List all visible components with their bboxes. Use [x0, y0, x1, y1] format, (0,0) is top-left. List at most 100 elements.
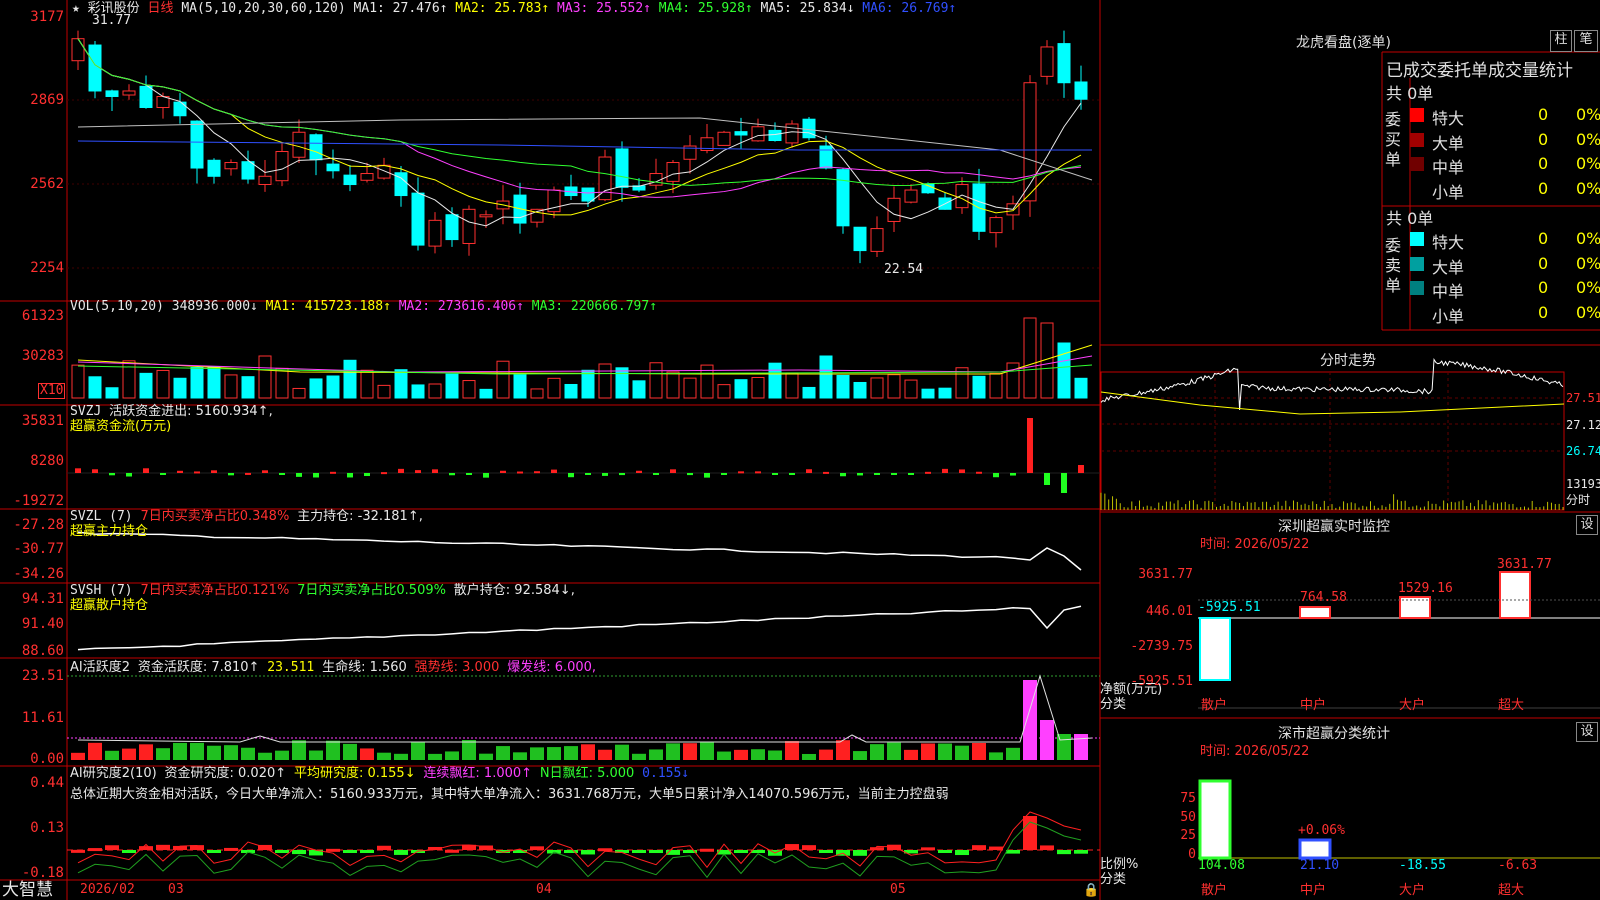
activity-bar	[258, 752, 272, 760]
period-label[interactable]: 日线	[148, 1, 174, 16]
research-bar	[275, 850, 289, 853]
research-bar	[972, 845, 986, 850]
fund-flow-bar	[653, 473, 659, 475]
activity-bar	[768, 750, 782, 760]
research-bar	[292, 850, 306, 855]
svzj-name: SVZJ	[70, 404, 102, 419]
svzl-position: 主力持仓: -32.181↑,	[297, 509, 423, 524]
activity-bar	[1006, 747, 1020, 760]
volume-bar	[173, 377, 187, 399]
fund-flow-bar	[891, 473, 897, 475]
svsh-axis-1: 91.40	[21, 616, 64, 632]
volume-bar	[479, 388, 493, 399]
candle-body	[122, 90, 136, 96]
tick-mode-button[interactable]: 笔	[1574, 30, 1598, 52]
stats-settings-button[interactable]: 设	[1576, 722, 1598, 742]
ai2-header: AI研究度2(10) 资金研究度: 0.020↑ 平均研究度: 0.155↓ 连…	[70, 767, 689, 781]
activity-bar	[632, 753, 646, 760]
candle-body	[1040, 46, 1054, 77]
monitor-cat-0: 散户	[1201, 698, 1228, 713]
ma1-line	[77, 38, 1082, 227]
fund-flow-bar	[194, 471, 200, 474]
fund-flow-bar	[755, 471, 761, 474]
volume-bar	[1023, 317, 1037, 399]
kline-axis-0: 3177	[30, 9, 64, 25]
lock-icon[interactable]: 🔒	[1083, 884, 1099, 898]
fund-flow-bar	[483, 473, 489, 478]
volume-bar	[1057, 342, 1071, 399]
ai1-name: AI活跃度2	[70, 660, 130, 675]
candle-body	[71, 38, 85, 62]
monitor-axis-0: 3631.77	[1138, 567, 1193, 582]
candle-body	[904, 189, 918, 203]
monitor-time: 时间: 2026/05/22	[1200, 537, 1310, 552]
volume-bar	[1074, 377, 1088, 399]
fund-flow-bar	[840, 473, 846, 477]
fund-flow-bar	[1027, 418, 1033, 473]
activity-bar	[734, 749, 748, 760]
research-bar	[853, 850, 867, 856]
ai2-summary: 总体近期大资金相对活跃，今日大单净流入：5160.933万元，其中特大单净流入：…	[70, 787, 949, 802]
volume-bar	[819, 355, 833, 399]
ai1-lifeline: 生命线: 1.560	[322, 660, 407, 675]
activity-bar	[666, 743, 680, 760]
candle-body	[734, 131, 748, 136]
candle-body	[275, 151, 289, 182]
candle-body	[989, 217, 1003, 234]
bar-mode-button[interactable]: 柱	[1550, 30, 1572, 52]
stats-axis-0: 75	[1180, 791, 1196, 806]
monitor-settings-button[interactable]: 设	[1576, 515, 1598, 535]
fund-flow-bar	[772, 473, 778, 475]
ma4-value: MA4: 25.928↑	[658, 1, 753, 16]
volume-bar	[71, 364, 85, 399]
date-label-3: 05	[890, 882, 906, 897]
volume-bar	[972, 375, 986, 399]
stats-bar	[1198, 779, 1232, 860]
research-bar	[224, 847, 238, 851]
fund-flow-bar	[687, 473, 693, 476]
stock-chart-canvas[interactable]	[0, 0, 1600, 900]
fund-flow-bar	[177, 470, 183, 473]
fund-flow-bar	[993, 473, 999, 478]
monitor-ylabel: 净额(万元)	[1100, 682, 1163, 697]
svzj-header: SVZJ 活跃资金进出: 5160.934↑,	[70, 405, 273, 419]
research-bar	[581, 850, 595, 855]
activity-bar	[904, 749, 918, 760]
buy-total: 共 0单	[1386, 84, 1434, 103]
activity-bar	[513, 752, 527, 760]
activity-bar	[207, 745, 221, 760]
activity-bar	[870, 744, 884, 760]
activity-bar	[71, 752, 85, 760]
activity-bar	[751, 749, 765, 760]
activity-bar	[326, 740, 340, 760]
fund-flow-bar	[1078, 465, 1084, 473]
star-icon[interactable]: ★	[72, 1, 80, 16]
activity-bar	[921, 743, 935, 760]
activity-bar	[564, 746, 578, 760]
stats-cat-3: 超大	[1498, 883, 1525, 898]
buy-order-count: 0	[1538, 154, 1549, 173]
svzl-axis-0: -27.28	[13, 517, 64, 533]
sell-order-color-swatch	[1410, 281, 1424, 295]
fund-flow-bar	[721, 473, 727, 475]
activity-bar	[683, 743, 697, 760]
buy-order-name: 小单	[1432, 182, 1465, 202]
ai2-axis-1: 0.13	[30, 820, 64, 836]
fund-flow-bar	[347, 473, 353, 478]
ai1-activity: 资金活跃度: 7.810↑	[137, 660, 260, 675]
activity-bar	[173, 742, 187, 760]
kline-axis-1: 2869	[30, 92, 64, 108]
candle-body	[343, 174, 357, 186]
ma1-value: MA1: 27.476↑	[353, 1, 448, 16]
candle-body	[768, 129, 782, 142]
fund-flow-bar	[534, 471, 540, 474]
svsh-position: 散户持仓: 92.584↓,	[453, 583, 575, 598]
candle-body	[751, 126, 765, 142]
date-label-1: 03	[168, 882, 184, 897]
intraday-axis-0: 27.51	[1566, 391, 1600, 405]
buy-order-color-swatch	[1410, 132, 1424, 147]
svsh-subtitle: 超赢散户持仓	[70, 598, 149, 613]
research-bar	[1006, 850, 1020, 854]
buy-order-pct: 0%	[1576, 129, 1600, 149]
candle-body	[411, 192, 425, 246]
